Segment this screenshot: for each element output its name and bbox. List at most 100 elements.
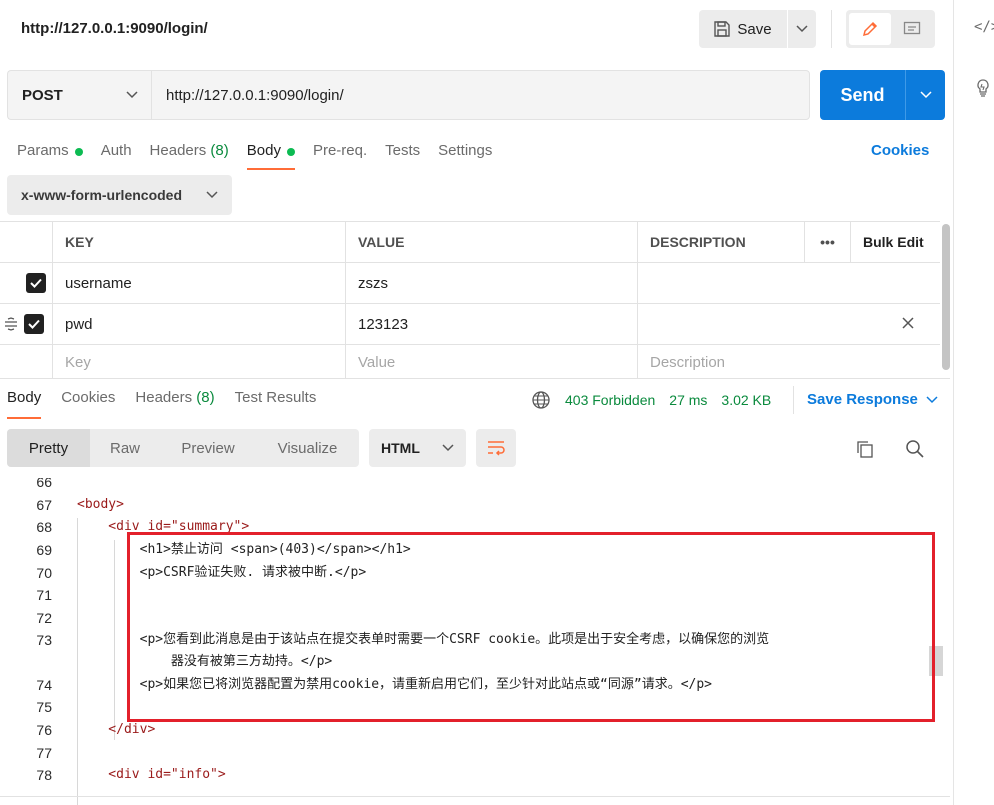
tab-raw[interactable]: Raw: [90, 429, 160, 467]
language-select[interactable]: HTML: [369, 429, 466, 467]
new-value-input[interactable]: Value: [345, 345, 637, 379]
tab-body[interactable]: Body: [246, 138, 296, 170]
language-label: HTML: [381, 440, 420, 456]
value-cell[interactable]: 123123: [345, 304, 637, 344]
tab-settings[interactable]: Settings: [438, 138, 492, 170]
chevron-down-icon: [206, 191, 218, 199]
chevron-down-icon: [126, 91, 138, 99]
line-number: 72: [36, 610, 52, 626]
chevron-down-icon: [442, 444, 454, 452]
tab-tests[interactable]: Tests: [385, 138, 420, 170]
url-input[interactable]: [151, 70, 810, 120]
save-response-label: Save Response: [807, 391, 918, 408]
column-header-value: VALUE: [345, 222, 637, 262]
save-button[interactable]: Save: [699, 10, 786, 48]
tab-label: Headers: [149, 142, 207, 159]
tab-label: Headers: [135, 389, 193, 406]
new-description-input[interactable]: Description: [637, 345, 940, 379]
delete-row-icon[interactable]: [902, 316, 914, 332]
tab-params[interactable]: Params: [17, 138, 83, 170]
more-options-button[interactable]: •••: [804, 222, 850, 262]
comment-icon: [903, 21, 920, 35]
mode-toggle: [846, 10, 935, 48]
description-cell[interactable]: [637, 304, 940, 344]
table-row-new: Key Value Description: [0, 345, 940, 379]
request-title[interactable]: http://127.0.0.1:9090/login/: [21, 20, 208, 37]
row-checkbox-cell: [0, 263, 52, 303]
table-row: username zszs: [0, 263, 940, 304]
check-icon: [30, 278, 42, 288]
line-number: 76: [36, 722, 52, 738]
copy-icon[interactable]: [855, 439, 875, 462]
body-type-select[interactable]: x-www-form-urlencoded: [7, 175, 232, 215]
table-scrollbar[interactable]: [942, 224, 950, 370]
key-cell[interactable]: pwd: [52, 304, 345, 344]
tab-headers[interactable]: Headers (8): [150, 138, 229, 170]
lightbulb-icon[interactable]: [974, 78, 992, 101]
globe-icon[interactable]: [531, 390, 551, 410]
search-icon[interactable]: [905, 439, 925, 462]
save-response-button[interactable]: Save Response: [807, 391, 938, 408]
response-meta: 403 Forbidden 27 ms 3.02 KB: [531, 390, 771, 410]
cookies-link[interactable]: Cookies: [871, 142, 929, 159]
row-checkbox[interactable]: [26, 273, 46, 293]
save-icon: [714, 21, 731, 37]
tab-response-body[interactable]: Body: [7, 389, 42, 419]
description-cell[interactable]: [637, 263, 940, 303]
send-options-button[interactable]: [905, 70, 945, 120]
tab-label: Auth: [100, 142, 132, 159]
tab-pretty[interactable]: Pretty: [7, 429, 90, 467]
line-number: 69: [36, 542, 52, 558]
status-dot: [74, 148, 83, 156]
value-cell[interactable]: zszs: [345, 263, 637, 303]
send-button[interactable]: Send: [820, 70, 905, 120]
wrap-lines-button[interactable]: [476, 429, 516, 467]
edit-mode-button[interactable]: [849, 13, 891, 45]
tab-response-headers[interactable]: Headers (8): [135, 389, 214, 419]
tab-auth[interactable]: Auth: [101, 138, 132, 170]
method-label: POST: [22, 86, 63, 104]
send-button-group: Send: [820, 70, 945, 120]
line-number: 78: [36, 767, 52, 783]
tab-label: Params: [17, 142, 69, 159]
row-checkbox-cell: [0, 304, 52, 344]
divider: [793, 386, 794, 414]
tab-response-cookies[interactable]: Cookies: [61, 389, 115, 419]
highlight-annotation-box: [127, 532, 935, 722]
line-number: 77: [36, 745, 52, 761]
code-snippet-icon[interactable]: </>: [974, 19, 994, 35]
drag-handle-icon[interactable]: [4, 317, 18, 331]
new-key-input[interactable]: Key: [52, 345, 345, 379]
tab-preview[interactable]: Preview: [160, 429, 256, 467]
tab-label: Tests: [385, 142, 421, 159]
method-select[interactable]: POST: [7, 70, 152, 120]
bulk-edit-button[interactable]: Bulk Edit: [850, 222, 940, 262]
chevron-down-icon: [919, 91, 932, 99]
pencil-icon: [862, 21, 878, 37]
code-text: <body>: [77, 497, 124, 512]
code-text: </div>: [77, 722, 156, 737]
tab-visualize[interactable]: Visualize: [256, 429, 359, 467]
line-number: 73: [36, 632, 52, 648]
tab-test-results[interactable]: Test Results: [235, 389, 317, 419]
key-cell[interactable]: username: [52, 263, 345, 303]
row-checkbox[interactable]: [24, 314, 44, 334]
save-options-button[interactable]: [787, 10, 816, 48]
documentation-mode-button[interactable]: [891, 13, 932, 45]
response-size[interactable]: 3.02 KB: [721, 392, 771, 408]
status-code[interactable]: 403 Forbidden: [565, 392, 655, 408]
tab-pre-request[interactable]: Pre-req.: [313, 138, 367, 170]
table-row: pwd 123123: [0, 304, 940, 345]
chevron-down-icon: [926, 395, 938, 403]
divider: [831, 10, 832, 48]
request-tabs: Params Auth Headers (8) Body Pre-req. Te…: [17, 138, 510, 170]
column-header-key: KEY: [52, 222, 345, 262]
line-number: 67: [36, 497, 52, 513]
body-type-label: x-www-form-urlencoded: [21, 187, 183, 203]
tab-count: (8): [196, 389, 215, 406]
response-view-tabs: Pretty Raw Preview Visualize: [7, 429, 359, 467]
tab-label: Settings: [438, 142, 493, 159]
tab-count: (8): [210, 142, 229, 159]
response-time[interactable]: 27 ms: [669, 392, 707, 408]
wrap-lines-icon: [488, 441, 505, 456]
